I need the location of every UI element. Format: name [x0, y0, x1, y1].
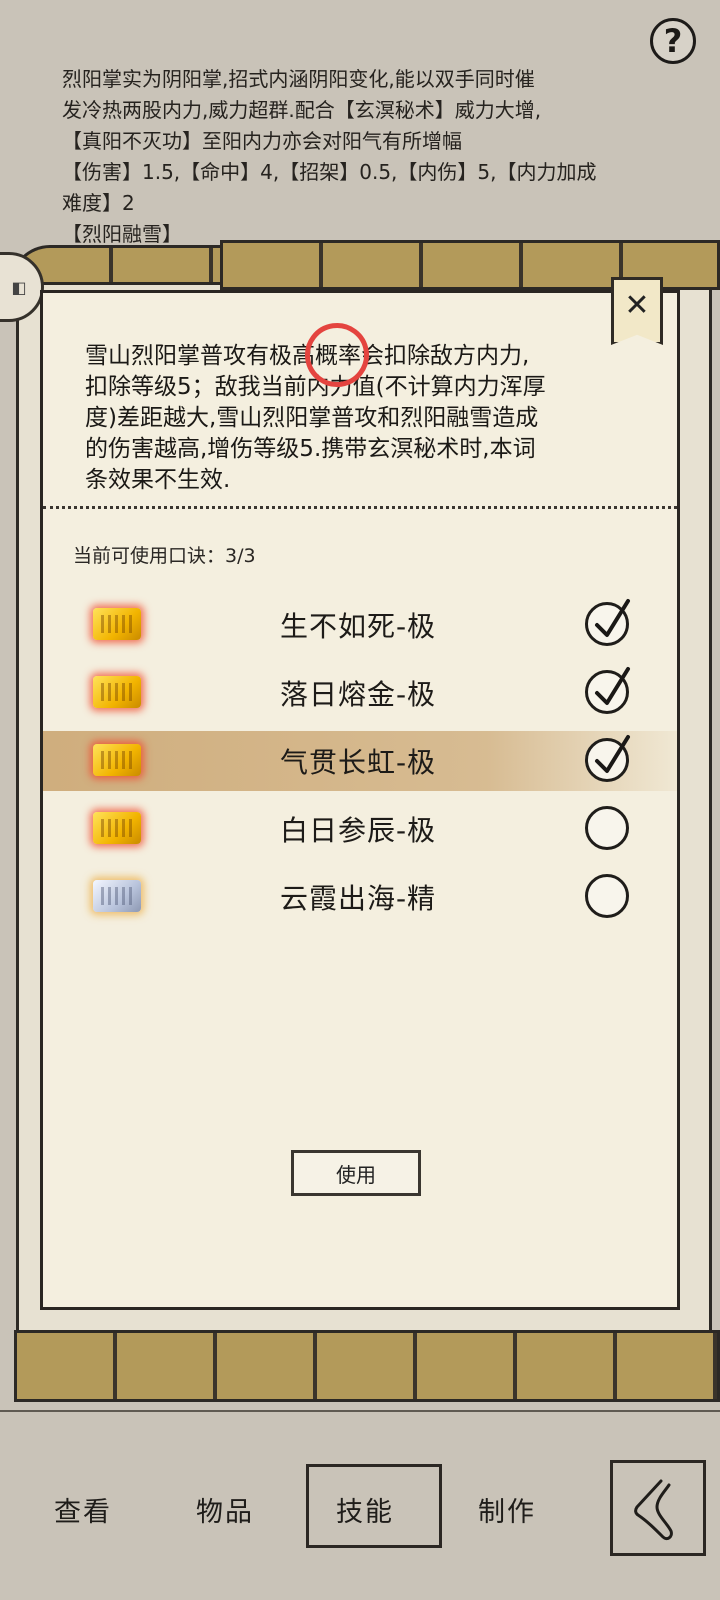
- effect-description: 雪山烈阳掌普攻有极高概率会扣除敌方内力, 扣除等级5；敌我当前内力值(不计算内力…: [85, 341, 655, 496]
- checkbox-checked[interactable]: [585, 667, 630, 714]
- effect-line: 度)差距越大,雪山烈阳掌普攻和烈阳融雪造成: [85, 405, 539, 431]
- skill-row-highlighted[interactable]: 气贯长虹-极: [43, 731, 677, 791]
- checkmark-icon: [595, 735, 630, 773]
- skill-description-background: 烈阳掌实为阴阳掌,招式内涵阴阳变化,能以双手同时催 发冷热两股内力,威力超群.配…: [62, 64, 662, 250]
- description-line: 烈阳掌实为阴阳掌,招式内涵阴阳变化,能以双手同时催: [62, 67, 535, 91]
- effect-line: 扣除等级5；敌我当前内力值(不计算内力浑厚: [85, 374, 546, 400]
- description-line: 【真阳不灭功】至阳内力亦会对阳气有所增幅: [62, 129, 462, 153]
- skill-row[interactable]: 生不如死-极: [43, 595, 677, 655]
- scroll-roller-top-left: [10, 245, 240, 285]
- description-line: 【伤害】1.5,【命中】4,【招架】0.5,【内伤】5,【内力加成: [62, 160, 597, 184]
- checkbox-checked[interactable]: [585, 735, 630, 782]
- description-line: 难度】2: [62, 191, 135, 215]
- gold-token-icon: [93, 608, 141, 640]
- tab-icon: ◧: [11, 277, 27, 297]
- checkbox-checked[interactable]: [585, 599, 630, 646]
- use-button[interactable]: 使用: [291, 1150, 421, 1196]
- divider: [0, 1410, 720, 1448]
- description-line: 发冷热两股内力,威力超群.配合【玄溟秘术】威力大增,: [62, 98, 542, 122]
- effect-line: 条效果不生效.: [85, 467, 231, 493]
- gold-token-icon: [93, 676, 141, 708]
- skill-mantra-dialog: ✕ 雪山烈阳掌普攻有极高概率会扣除敌方内力, 扣除等级5；敌我当前内力值(不计算…: [40, 277, 680, 1310]
- nav-skills[interactable]: 技能: [336, 1490, 394, 1529]
- back-button[interactable]: [610, 1460, 706, 1556]
- dotted-divider: [43, 506, 677, 509]
- silver-token-icon: [93, 880, 141, 912]
- gold-token-icon: [93, 744, 141, 776]
- skill-name: 气贯长虹-极: [279, 746, 437, 779]
- checkmark-icon: [595, 599, 630, 637]
- effect-line: 的伤害越高,增伤等级5.携带玄溟秘术时,本词: [85, 436, 536, 462]
- checkmark-icon: [595, 667, 630, 705]
- bottom-nav: 查看 物品 技能 制作: [0, 1460, 720, 1600]
- skill-row[interactable]: 白日参辰-极: [43, 799, 677, 859]
- checkbox-unchecked[interactable]: [585, 806, 629, 850]
- close-button[interactable]: ✕: [611, 277, 663, 345]
- usable-count-label: 当前可使用口诀：3/3: [73, 545, 256, 567]
- nav-craft[interactable]: 制作: [478, 1490, 536, 1529]
- checkbox-unchecked[interactable]: [585, 874, 629, 918]
- scroll-roller-bottom: [14, 1330, 720, 1402]
- nav-items[interactable]: 物品: [196, 1490, 254, 1529]
- question-icon: ?: [663, 22, 683, 60]
- nav-view[interactable]: 查看: [54, 1490, 112, 1529]
- back-arrow-icon: [634, 1479, 673, 1541]
- close-icon: ✕: [624, 288, 650, 323]
- effect-line: 雪山烈阳掌普攻有极高概率会扣除敌方内力,: [85, 343, 530, 369]
- skill-name: 白日参辰-极: [279, 814, 437, 847]
- skill-name: 云霞出海-精: [279, 882, 437, 915]
- skill-row[interactable]: 云霞出海-精: [43, 867, 677, 927]
- skill-name: 落日熔金-极: [279, 678, 437, 711]
- skill-name: 生不如死-极: [279, 610, 437, 643]
- gold-token-icon: [93, 812, 141, 844]
- help-button[interactable]: ?: [650, 18, 696, 64]
- skill-row[interactable]: 落日熔金-极: [43, 663, 677, 723]
